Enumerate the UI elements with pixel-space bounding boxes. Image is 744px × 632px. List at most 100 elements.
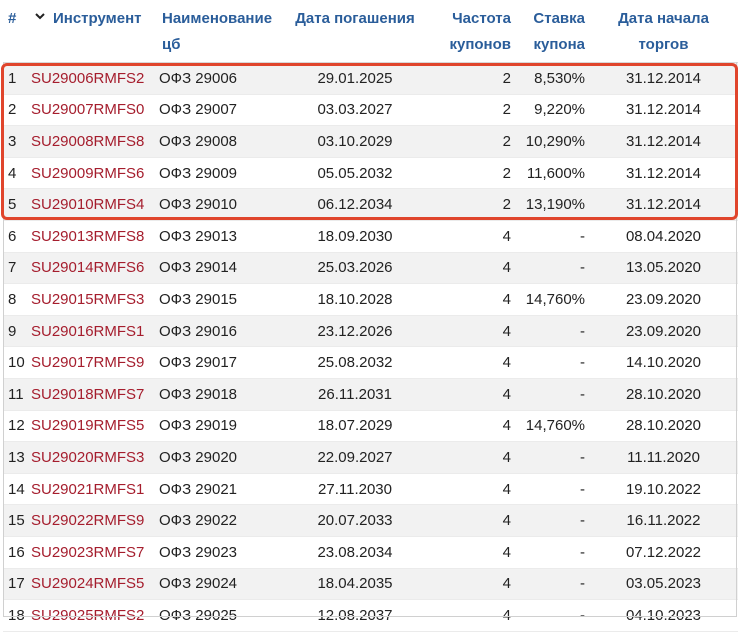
instrument-link[interactable]: SU29016RMFS1 bbox=[31, 323, 144, 340]
row-number: 5 bbox=[3, 188, 27, 221]
instrument-link[interactable]: SU29014RMFS6 bbox=[31, 259, 144, 276]
instrument-cell: SU29007RMFS0 bbox=[27, 94, 155, 127]
instrument-link[interactable]: SU29008RMFS8 bbox=[31, 133, 144, 150]
coupon-rate-cell: - bbox=[515, 220, 589, 253]
instrument-link[interactable]: SU29013RMFS8 bbox=[31, 228, 144, 245]
instrument-link[interactable]: SU29015RMFS3 bbox=[31, 291, 144, 308]
coupon-frequency-cell: 4 bbox=[425, 441, 515, 474]
trading-start-cell: 04.10.2023 bbox=[589, 599, 738, 632]
instrument-link[interactable]: SU29021RMFS1 bbox=[31, 481, 144, 498]
row-number: 2 bbox=[3, 94, 27, 127]
row-number: 13 bbox=[3, 441, 27, 474]
instrument-link[interactable]: SU29023RMFS7 bbox=[31, 544, 144, 561]
security-name-cell: ОФЗ 29017 bbox=[155, 346, 285, 379]
instrument-link[interactable]: SU29018RMFS7 bbox=[31, 386, 144, 403]
instrument-link[interactable]: SU29019RMFS5 bbox=[31, 417, 144, 434]
instrument-cell: SU29013RMFS8 bbox=[27, 220, 155, 253]
instrument-cell: SU29023RMFS7 bbox=[27, 536, 155, 569]
table-row: 11 SU29018RMFS7 ОФЗ 29018 26.11.2031 4-28.10… bbox=[3, 378, 738, 411]
table-row: 6 SU29013RMFS8 ОФЗ 29013 18.09.2030 4-08.04.… bbox=[3, 220, 738, 253]
instrument-link[interactable]: SU29009RMFS6 bbox=[31, 165, 144, 182]
trading-start-cell: 28.10.2020 bbox=[589, 378, 738, 411]
maturity-date-cell: 18.10.2028 bbox=[285, 283, 425, 316]
coupon-frequency-cell: 2 bbox=[425, 62, 515, 95]
table-row: 14 SU29021RMFS1 ОФЗ 29021 27.11.2030 4-19.10… bbox=[3, 473, 738, 506]
chevron-down-icon[interactable] bbox=[35, 11, 45, 21]
instrument-cell: SU29024RMFS5 bbox=[27, 568, 155, 601]
coupon-frequency-cell: 4 bbox=[425, 378, 515, 411]
instrument-cell: SU29016RMFS1 bbox=[27, 315, 155, 348]
column-header-instrument[interactable]: Инструмент bbox=[27, 6, 155, 63]
column-header-frequency[interactable]: Частота купонов bbox=[425, 6, 515, 63]
security-name-cell: ОФЗ 29016 bbox=[155, 315, 285, 348]
coupon-frequency-cell: 4 bbox=[425, 504, 515, 537]
security-name-cell: ОФЗ 29007 bbox=[155, 94, 285, 127]
instrument-cell: SU29022RMFS9 bbox=[27, 504, 155, 537]
instrument-cell: SU29010RMFS4 bbox=[27, 188, 155, 221]
bonds-table-container: # Инструмент Наименование цб Дата погаше… bbox=[0, 0, 744, 632]
coupon-frequency-cell: 2 bbox=[425, 188, 515, 221]
trading-start-cell: 31.12.2014 bbox=[589, 62, 738, 95]
maturity-date-cell: 18.07.2029 bbox=[285, 410, 425, 443]
maturity-date-cell: 03.10.2029 bbox=[285, 125, 425, 158]
column-header-start-date[interactable]: Дата начала торгов bbox=[589, 6, 738, 63]
column-header-maturity[interactable]: Дата погашения bbox=[285, 6, 425, 63]
instrument-link[interactable]: SU29024RMFS5 bbox=[31, 575, 144, 592]
coupon-frequency-cell: 4 bbox=[425, 410, 515, 443]
coupon-frequency-cell: 4 bbox=[425, 315, 515, 348]
security-name-cell: ОФЗ 29020 bbox=[155, 441, 285, 474]
instrument-link[interactable]: SU29006RMFS2 bbox=[31, 70, 144, 87]
instrument-link[interactable]: SU29022RMFS9 bbox=[31, 512, 144, 529]
instrument-link[interactable]: SU29020RMFS3 bbox=[31, 449, 144, 466]
instrument-cell: SU29015RMFS3 bbox=[27, 283, 155, 316]
row-number: 9 bbox=[3, 315, 27, 348]
coupon-rate-cell: 8,530% bbox=[515, 62, 589, 95]
security-name-cell: ОФЗ 29018 bbox=[155, 378, 285, 411]
coupon-rate-cell: - bbox=[515, 473, 589, 506]
instrument-cell: SU29018RMFS7 bbox=[27, 378, 155, 411]
maturity-date-cell: 03.03.2027 bbox=[285, 94, 425, 127]
trading-start-cell: 31.12.2014 bbox=[589, 188, 738, 221]
column-header-name[interactable]: Наименование цб bbox=[155, 6, 285, 63]
trading-start-cell: 16.11.2022 bbox=[589, 504, 738, 537]
maturity-date-cell: 25.08.2032 bbox=[285, 346, 425, 379]
row-number: 12 bbox=[3, 410, 27, 443]
table-row: 9 SU29016RMFS1 ОФЗ 29016 23.12.2026 4-23.09.… bbox=[3, 315, 738, 348]
instrument-cell: SU29021RMFS1 bbox=[27, 473, 155, 506]
instrument-link[interactable]: SU29010RMFS4 bbox=[31, 196, 144, 213]
coupon-rate-cell: 14,760% bbox=[515, 410, 589, 443]
table-row: 12 SU29019RMFS5 ОФЗ 29019 18.07.2029 4 14,760… bbox=[3, 410, 738, 443]
coupon-rate-cell: 9,220% bbox=[515, 94, 589, 127]
coupon-frequency-cell: 2 bbox=[425, 157, 515, 190]
coupon-rate-cell: - bbox=[515, 315, 589, 348]
instrument-link[interactable]: SU29025RMFS2 bbox=[31, 607, 144, 624]
instrument-link[interactable]: SU29017RMFS9 bbox=[31, 354, 144, 371]
coupon-rate-cell: - bbox=[515, 441, 589, 474]
trading-start-cell: 31.12.2014 bbox=[589, 125, 738, 158]
security-name-cell: ОФЗ 29023 bbox=[155, 536, 285, 569]
instrument-link[interactable]: SU29007RMFS0 bbox=[31, 101, 144, 118]
instrument-cell: SU29019RMFS5 bbox=[27, 410, 155, 443]
coupon-frequency-cell: 4 bbox=[425, 252, 515, 285]
trading-start-cell: 07.12.2022 bbox=[589, 536, 738, 569]
coupon-rate-cell: - bbox=[515, 378, 589, 411]
row-number: 15 bbox=[3, 504, 27, 537]
row-number: 8 bbox=[3, 283, 27, 316]
security-name-cell: ОФЗ 29015 bbox=[155, 283, 285, 316]
row-number: 10 bbox=[3, 346, 27, 379]
security-name-cell: ОФЗ 29021 bbox=[155, 473, 285, 506]
security-name-cell: ОФЗ 29006 bbox=[155, 62, 285, 95]
coupon-rate-cell: - bbox=[515, 599, 589, 632]
column-header-rate[interactable]: Ставка купона bbox=[515, 6, 589, 63]
column-header-num[interactable]: # bbox=[3, 6, 27, 63]
table-row: 16 SU29023RMFS7 ОФЗ 29023 23.08.2034 4-07.12… bbox=[3, 536, 738, 569]
security-name-cell: ОФЗ 29010 bbox=[155, 188, 285, 221]
maturity-date-cell: 25.03.2026 bbox=[285, 252, 425, 285]
row-number: 7 bbox=[3, 252, 27, 285]
table-row: 1 SU29006RMFS2 ОФЗ 29006 29.01.2025 2 8,530% 3… bbox=[3, 62, 738, 95]
coupon-rate-cell: 11,600% bbox=[515, 157, 589, 190]
table-row: 18 SU29025RMFS2 ОФЗ 29025 12.08.2037 4-04.10… bbox=[3, 599, 738, 632]
coupon-frequency-cell: 4 bbox=[425, 599, 515, 632]
maturity-date-cell: 05.05.2032 bbox=[285, 157, 425, 190]
table-row: 17 SU29024RMFS5 ОФЗ 29024 18.04.2035 4-03.05… bbox=[3, 568, 738, 601]
